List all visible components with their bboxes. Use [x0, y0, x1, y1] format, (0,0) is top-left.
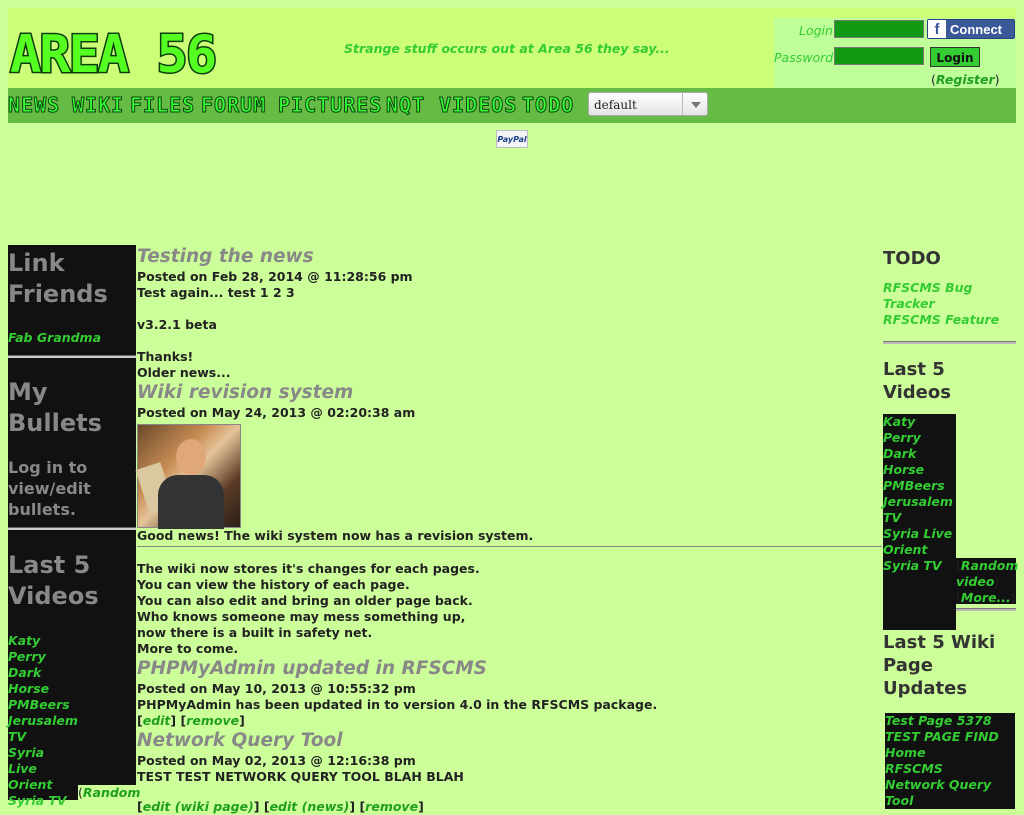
- right-video-link[interactable]: Katy Perry Dark Horse: [883, 414, 956, 478]
- theme-select-value: default: [594, 98, 637, 112]
- post-title[interactable]: Network Query Tool: [137, 729, 882, 753]
- left-video-link[interactable]: Syria TV: [8, 793, 68, 809]
- facebook-icon: f: [928, 20, 946, 38]
- todo-link[interactable]: RFSCMS Feature: [883, 312, 1016, 328]
- post-line: PHPMyAdmin has been updated in to versio…: [137, 697, 658, 712]
- news-column: Testing the news Posted on Feb 28, 2014 …: [135, 245, 882, 815]
- wiki-link[interactable]: Test Page 5378: [885, 713, 1015, 729]
- post-photo: [135, 424, 241, 529]
- wiki-updates-title: Last 5 Wiki Page Updates: [883, 632, 996, 699]
- left-random-wrap: (Random: [78, 785, 144, 805]
- more-videos-link[interactable]: More...: [961, 590, 1011, 605]
- nav-videos[interactable]: VIDEOS: [438, 93, 517, 118]
- chevron-down-icon: [682, 93, 707, 115]
- nav-todo[interactable]: TODO: [521, 93, 574, 118]
- paypal-button[interactable]: PayPal: [496, 130, 528, 148]
- nav-news[interactable]: NEWS: [7, 93, 60, 118]
- left-video-link[interactable]: Syria Live Orient: [8, 745, 68, 793]
- logo-text: AREA 56: [10, 25, 215, 80]
- post-line: More to come.: [137, 641, 239, 656]
- right-video-link[interactable]: Syria Live Orient: [883, 526, 956, 558]
- bullets-text: Log in to view/edit bullets.: [8, 458, 91, 519]
- theme-select[interactable]: default: [588, 92, 708, 116]
- post-actions: [edit (wiki page)] [edit (news)] [remove…: [137, 799, 424, 814]
- wiki-updates-list: Test Page 5378 TEST PAGE FIND Home RFSCM…: [885, 713, 1015, 809]
- site-logo[interactable]: AREA 56: [8, 22, 248, 81]
- edit-wiki-link[interactable]: edit (wiki page): [143, 799, 254, 814]
- link-friends-title: Link Friends: [8, 249, 108, 308]
- nav-nqt[interactable]: NQT: [385, 93, 425, 118]
- todo-title: TODO: [883, 248, 941, 269]
- wiki-link[interactable]: TEST PAGE FIND: [885, 729, 1015, 745]
- post-date: Posted on May 24, 2013 @ 02:20:38 am: [137, 405, 416, 420]
- main-nav: NEWS WIKI FILES FORUM PICTURES NQT VIDEO…: [7, 88, 1016, 123]
- right-videos-list: Katy Perry Dark Horse PMBeers Jerusalem …: [883, 414, 1019, 630]
- post-date: Posted on Feb 28, 2014 @ 11:28:56 pm: [137, 269, 413, 284]
- post-line: Test again... test 1 2 3: [137, 285, 295, 300]
- post-line: You can view the history of each page.: [137, 577, 410, 592]
- nav-wiki[interactable]: WIKI: [71, 93, 124, 118]
- login-label: Login: [799, 23, 833, 38]
- facebook-connect-button[interactable]: f Connect: [927, 19, 1015, 39]
- post-line: The wiki now stores it's changes for eac…: [137, 561, 480, 576]
- right-sidebar: TODO RFSCMS Bug Tracker RFSCMS Feature L…: [883, 245, 1019, 809]
- post-line: now there is a built in safety net.: [137, 625, 373, 640]
- videos-title: Last 5 Videos: [8, 551, 99, 610]
- post-title[interactable]: Wiki revision system: [137, 381, 882, 405]
- left-video-link[interactable]: Jerusalem TV: [8, 713, 78, 745]
- post-actions: [edit] [remove]: [137, 713, 245, 728]
- login-box: Login f Connect Password Login (Register…: [774, 18, 1016, 88]
- random-video-link[interactable]: Random video: [956, 558, 1018, 589]
- wiki-link[interactable]: RFSCMS: [885, 761, 1015, 777]
- site-tagline: Strange stuff occurs out at Area 56 they…: [344, 41, 670, 56]
- bullets-title: My Bullets: [8, 378, 102, 437]
- left-video-link[interactable]: Katy Perry Dark Horse: [8, 633, 68, 697]
- remove-link[interactable]: remove: [365, 799, 418, 814]
- left-random-link[interactable]: Random: [83, 785, 141, 800]
- left-video-link[interactable]: PMBeers: [8, 697, 70, 713]
- post-date: Posted on May 02, 2013 @ 12:16:38 pm: [137, 753, 416, 768]
- login-button[interactable]: Login: [930, 47, 980, 67]
- post-line: v3.2.1 beta: [137, 317, 217, 332]
- right-video-link[interactable]: PMBeers: [883, 478, 956, 494]
- divider: [137, 546, 882, 547]
- register-link[interactable]: Register: [936, 72, 995, 87]
- post-line: TEST TEST NETWORK QUERY TOOL BLAH BLAH: [137, 769, 464, 784]
- right-video-link[interactable]: Syria TV: [883, 558, 956, 574]
- password-label: Password: [774, 50, 834, 65]
- post-lead: Good news! The wiki system now has a rev…: [137, 528, 534, 543]
- edit-news-link[interactable]: edit (news): [270, 799, 350, 814]
- register-wrap: (Register): [931, 72, 1000, 87]
- wiki-link[interactable]: Home: [885, 745, 1015, 761]
- nav-forum[interactable]: FORUM: [200, 93, 266, 118]
- nav-files[interactable]: FILES: [129, 93, 195, 118]
- post-title[interactable]: Testing the news: [137, 245, 882, 269]
- right-video-link[interactable]: Jerusalem TV: [883, 494, 956, 526]
- remove-link[interactable]: remove: [186, 713, 239, 728]
- random-more-wrap: (Random video) (More...): [956, 558, 1019, 605]
- post-line: You can also edit and bring an older pag…: [137, 593, 473, 608]
- todo-link[interactable]: RFSCMS Bug Tracker: [883, 280, 1016, 312]
- post-line: Who knows someone may mess something up,: [137, 609, 466, 624]
- edit-link[interactable]: edit: [143, 713, 171, 728]
- right-videos-title: Last 5 Videos: [883, 359, 951, 403]
- password-input[interactable]: [834, 47, 924, 65]
- post-line: Thanks!: [137, 349, 194, 364]
- friend-link[interactable]: Fab Grandma: [8, 330, 136, 346]
- post-title[interactable]: PHPMyAdmin updated in RFSCMS: [137, 657, 882, 681]
- post-date: Posted on May 10, 2013 @ 10:55:32 pm: [137, 681, 416, 696]
- connect-label: Connect: [950, 22, 1002, 37]
- login-input[interactable]: [834, 20, 924, 38]
- nav-pictures[interactable]: PICTURES: [277, 93, 382, 118]
- left-sidebar: Link Friends Fab Grandma My Bullets Log …: [8, 245, 144, 808]
- wiki-link[interactable]: Network Query Tool: [885, 777, 1015, 809]
- older-news-link[interactable]: Older news...: [137, 365, 882, 381]
